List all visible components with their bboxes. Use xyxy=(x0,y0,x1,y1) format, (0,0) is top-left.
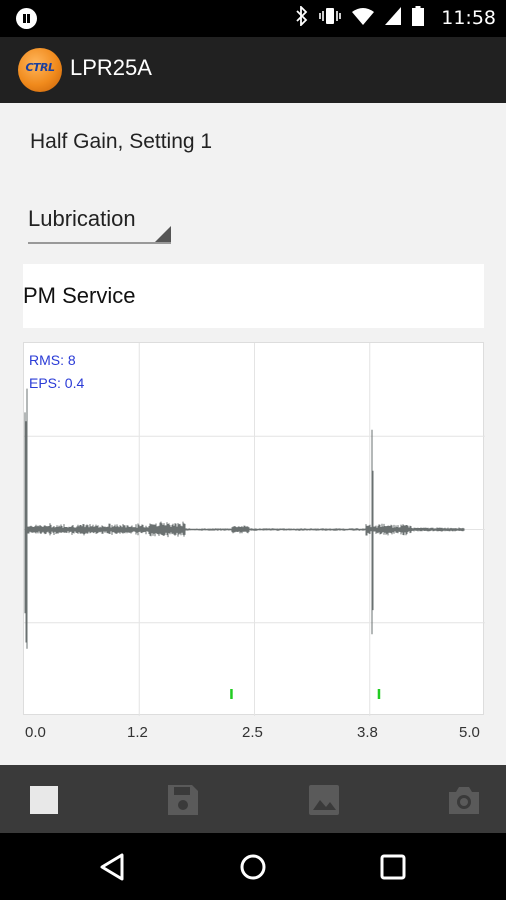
back-icon xyxy=(100,853,124,881)
app-title: LPR25A xyxy=(70,55,152,80)
wifi-icon xyxy=(352,7,374,29)
x-tick-0: 0.0 xyxy=(25,724,46,741)
save-icon xyxy=(168,785,198,815)
battery-icon xyxy=(412,6,424,30)
waveform-svg xyxy=(24,343,485,716)
camera-button[interactable] xyxy=(447,783,481,817)
stop-button[interactable] xyxy=(27,783,61,817)
category-spinner[interactable]: Lubrication xyxy=(28,204,171,244)
app-bar: CTRL LPR25A xyxy=(0,37,506,103)
status-time: 11:58 xyxy=(441,7,496,29)
app-logo[interactable]: CTRL xyxy=(18,48,62,92)
bluetooth-icon xyxy=(296,4,308,30)
navigation-bar xyxy=(0,833,506,900)
waveform-trace xyxy=(24,388,465,649)
x-tick-2: 2.5 xyxy=(242,724,263,741)
note-field[interactable]: PM Service xyxy=(23,264,484,328)
back-button[interactable] xyxy=(98,851,130,883)
eps-label: EPS: 0.4 xyxy=(29,375,85,391)
home-icon xyxy=(240,854,266,880)
signal-icon xyxy=(385,7,401,29)
logo-text: CTRL xyxy=(25,61,55,74)
home-button[interactable] xyxy=(237,851,269,883)
image-icon xyxy=(309,785,339,815)
waveform-chart: RMS: 8 EPS: 0.4 xyxy=(23,342,485,716)
pause-notification-icon xyxy=(16,8,37,29)
rms-label: RMS: 8 xyxy=(29,352,76,368)
stop-icon xyxy=(30,786,58,814)
save-button[interactable] xyxy=(166,783,200,817)
note-text: PM Service xyxy=(23,283,136,308)
status-bar: 11:58 xyxy=(0,0,506,37)
image-button[interactable] xyxy=(307,783,341,817)
x-tick-4: 5.0 xyxy=(459,724,480,741)
status-icons xyxy=(296,4,424,30)
category-selected: Lubrication xyxy=(28,206,136,231)
recents-icon xyxy=(380,854,406,880)
x-tick-3: 3.8 xyxy=(357,724,378,741)
bottom-toolbar xyxy=(0,765,506,833)
recents-button[interactable] xyxy=(377,851,409,883)
dropdown-triangle-icon xyxy=(155,226,171,242)
camera-icon xyxy=(449,787,479,814)
vibrate-icon xyxy=(319,6,341,30)
x-tick-1: 1.2 xyxy=(127,724,148,741)
setting-label: Half Gain, Setting 1 xyxy=(30,130,213,153)
